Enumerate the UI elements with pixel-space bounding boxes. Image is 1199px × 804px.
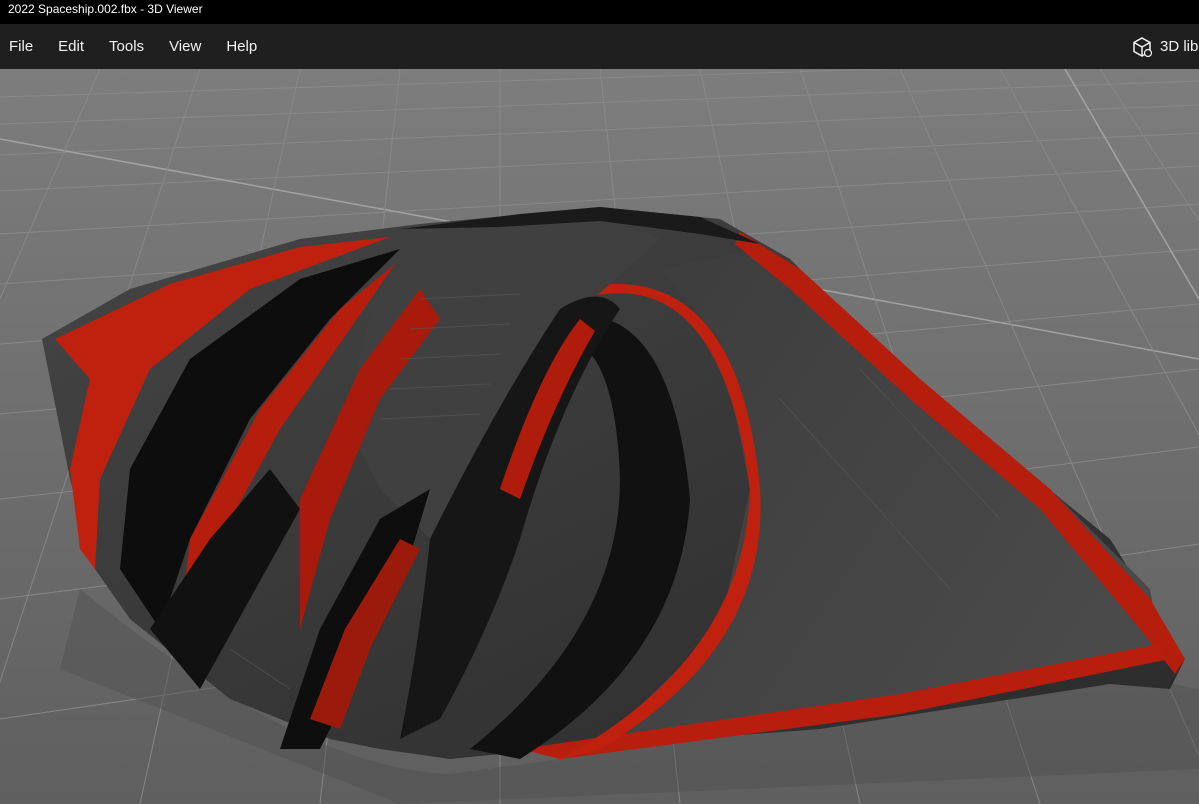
3d-scene[interactable] [0, 69, 1199, 804]
menu-edit[interactable]: Edit [58, 24, 84, 69]
menu-help[interactable]: Help [226, 24, 257, 69]
menu-tools[interactable]: Tools [109, 24, 144, 69]
menu-file[interactable]: File [9, 24, 33, 69]
menu-view[interactable]: View [169, 24, 201, 69]
window-title-bar: 2022 Spaceship.002.fbx - 3D Viewer [0, 0, 1199, 24]
3d-viewport[interactable] [0, 69, 1199, 804]
menu-bar: File Edit Tools View Help 3D lib [0, 24, 1199, 69]
main-menu: File Edit Tools View Help [0, 24, 282, 69]
3d-library-label: 3D lib [1160, 38, 1199, 55]
3d-library-button[interactable]: 3D lib [1131, 24, 1198, 69]
window-title: 2022 Spaceship.002.fbx - 3D Viewer [8, 2, 203, 16]
cube-icon [1133, 36, 1153, 57]
